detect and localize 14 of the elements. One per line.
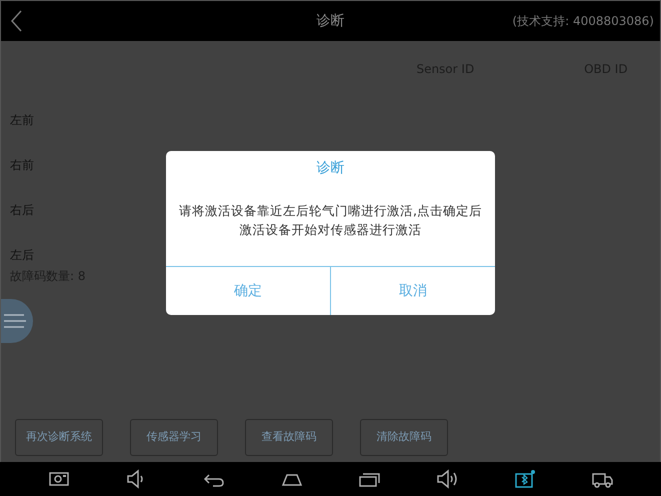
dialog-title: 诊断 — [316, 159, 346, 178]
back-icon[interactable] — [9, 9, 23, 33]
dialog-message: 请将激活设备靠近左后轮气门嘴进行激活,点击确定后激活设备开始对传感器进行激活 — [178, 202, 483, 240]
screen-title: 诊断 — [316, 12, 344, 28]
dialog-button[interactable]: 取消 — [330, 267, 495, 315]
action-button[interactable]: 传感器学习 — [130, 419, 218, 456]
support-phone: (技术支持: 4008803086) — [512, 13, 654, 30]
action-button[interactable]: 再次诊断系统 — [15, 419, 103, 456]
volume-up-icon[interactable] — [436, 469, 458, 489]
action-button[interactable]: 清除故障码 — [360, 419, 448, 456]
dialog-button[interactable]: 确定 — [166, 267, 330, 315]
bluetooth-device-icon[interactable] — [514, 469, 536, 489]
menu-icon[interactable] — [1, 299, 33, 343]
action-button[interactable]: 查看故障码 — [245, 419, 333, 456]
